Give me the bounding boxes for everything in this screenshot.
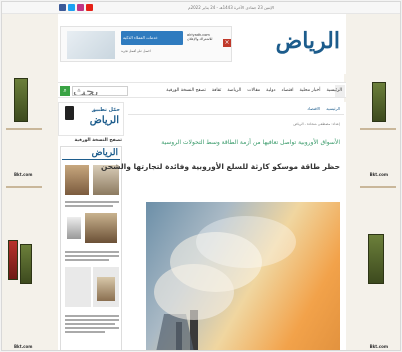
epaper-text-line xyxy=(65,323,115,325)
ad-line: للاشتراك والإعلان xyxy=(187,37,213,41)
epaper-masthead: الرياض xyxy=(62,148,120,160)
epaper-column xyxy=(65,267,91,307)
social-links xyxy=(59,4,93,11)
instagram-icon[interactable] xyxy=(77,4,84,11)
twitter-icon[interactable] xyxy=(68,4,75,11)
top-bar: الإثنين 23 جمادى الآخرة 1443هـ - 24 يناي… xyxy=(2,2,400,14)
date-text: الإثنين 23 جمادى الآخرة 1443هـ - 24 يناي… xyxy=(188,5,274,10)
divider xyxy=(128,114,344,115)
search-button[interactable]: ⌕ xyxy=(60,86,70,96)
app-ad-brand: الرياض xyxy=(89,115,119,126)
epaper-thumbnail[interactable]: الرياض xyxy=(60,146,122,350)
epaper-text-line xyxy=(65,327,119,329)
header-ad-banner[interactable]: خدمات العملاء الذكية احصل على أفضل تجربة… xyxy=(60,26,232,62)
phone-icon xyxy=(65,106,74,120)
nav-item[interactable]: دولية xyxy=(266,88,275,93)
shelf-divider xyxy=(6,128,42,130)
nav-item[interactable]: مقالات xyxy=(247,88,260,93)
epaper-text-line xyxy=(65,315,119,317)
epaper-photo xyxy=(67,217,81,239)
masthead: خدمات العملاء الذكية احصل على أفضل تجربة… xyxy=(58,14,346,74)
breadcrumb: الرئيسية الاقتصاد xyxy=(307,106,340,111)
rail-shop-label: Bkt.com xyxy=(14,172,33,177)
left-rail-ad[interactable]: Bkt.com Bkt.com xyxy=(2,14,58,350)
article: الرئيسية الاقتصاد إعداد: مصطفى شحادة - ا… xyxy=(101,102,346,350)
nav-item[interactable]: الرئيسية xyxy=(327,88,343,93)
nav-item[interactable]: أخبار محلية xyxy=(300,88,321,93)
nav-items: الرئيسية أخبار محلية اقتصاد دولية مقالات… xyxy=(166,88,342,93)
shelf-divider xyxy=(360,128,396,130)
epaper-text-line xyxy=(65,201,119,203)
book-image xyxy=(372,82,386,122)
book-image xyxy=(8,240,18,280)
epaper-photo xyxy=(97,277,115,301)
nav-item[interactable]: تصفح النسخة الورقية xyxy=(166,88,206,93)
epaper-text-line xyxy=(65,259,109,261)
epaper-logo: الرياض xyxy=(91,148,118,158)
rail-shop-label: Bkt.com xyxy=(369,172,388,177)
epaper-photo xyxy=(65,165,89,195)
epaper-text-line xyxy=(65,331,105,333)
app-download-ad[interactable]: حمّل تطبيق الرياض xyxy=(58,102,124,136)
shelf-divider xyxy=(6,186,42,188)
breadcrumb-item[interactable]: الرئيسية xyxy=(326,106,340,111)
book-image xyxy=(368,234,384,284)
youtube-icon[interactable] xyxy=(86,4,93,11)
book-image xyxy=(14,78,28,122)
article-byline: إعداد: مصطفى شحادة - الرياض xyxy=(293,122,340,126)
right-rail-ad[interactable]: Bkt.com Bkt.com xyxy=(344,14,400,350)
ad-banner-text: خدمات العملاء الذكية xyxy=(123,35,158,40)
app-ad-text: حمّل تطبيق xyxy=(91,107,121,113)
breadcrumb-item[interactable]: الاقتصاد xyxy=(307,106,320,111)
rail-shop-label: Bkt.com xyxy=(14,344,33,349)
rail-shop-label: Bkt.com xyxy=(369,344,388,349)
epaper-text-line xyxy=(65,255,119,257)
article-photo[interactable] xyxy=(146,202,340,350)
main-nav: ⌕ الرئيسية أخبار محلية اقتصاد دولية مقال… xyxy=(58,82,346,98)
epaper-text-line xyxy=(65,251,119,253)
left-sidebar: حمّل تطبيق الرياض تصفح النسخة الورقية ال… xyxy=(58,102,124,350)
power-plant-illustration xyxy=(154,216,296,350)
nav-item[interactable]: اقتصاد xyxy=(282,88,294,93)
site-logo[interactable]: الرياض xyxy=(276,28,340,54)
nav-item[interactable]: الرياضة xyxy=(227,88,241,93)
shelf-divider xyxy=(360,186,396,188)
ad-image xyxy=(67,31,115,59)
ad-side-info: alriyadh.com للاشتراك والإعلان xyxy=(187,33,219,53)
epaper-text-line xyxy=(65,205,113,207)
epaper-photo xyxy=(85,213,117,243)
ad-close-icon[interactable]: × xyxy=(223,39,231,47)
nav-item[interactable]: ثقافة xyxy=(212,88,221,93)
epaper-heading: تصفح النسخة الورقية xyxy=(74,138,122,143)
browser-page: الإثنين 23 جمادى الآخرة 1443هـ - 24 يناي… xyxy=(1,1,401,351)
book-image xyxy=(20,244,32,284)
article-headline: حظر طاقة موسكو كارثة للسلع الأوروبية وفا… xyxy=(101,162,340,171)
ad-subtext: احصل على أفضل تجربة xyxy=(121,49,151,53)
article-subheadline: الأسواق الأوروبية تواصل تعافيها من أزمة … xyxy=(161,139,340,146)
epaper-text-line xyxy=(65,319,119,321)
facebook-icon[interactable] xyxy=(59,4,66,11)
search-input[interactable] xyxy=(72,86,128,96)
